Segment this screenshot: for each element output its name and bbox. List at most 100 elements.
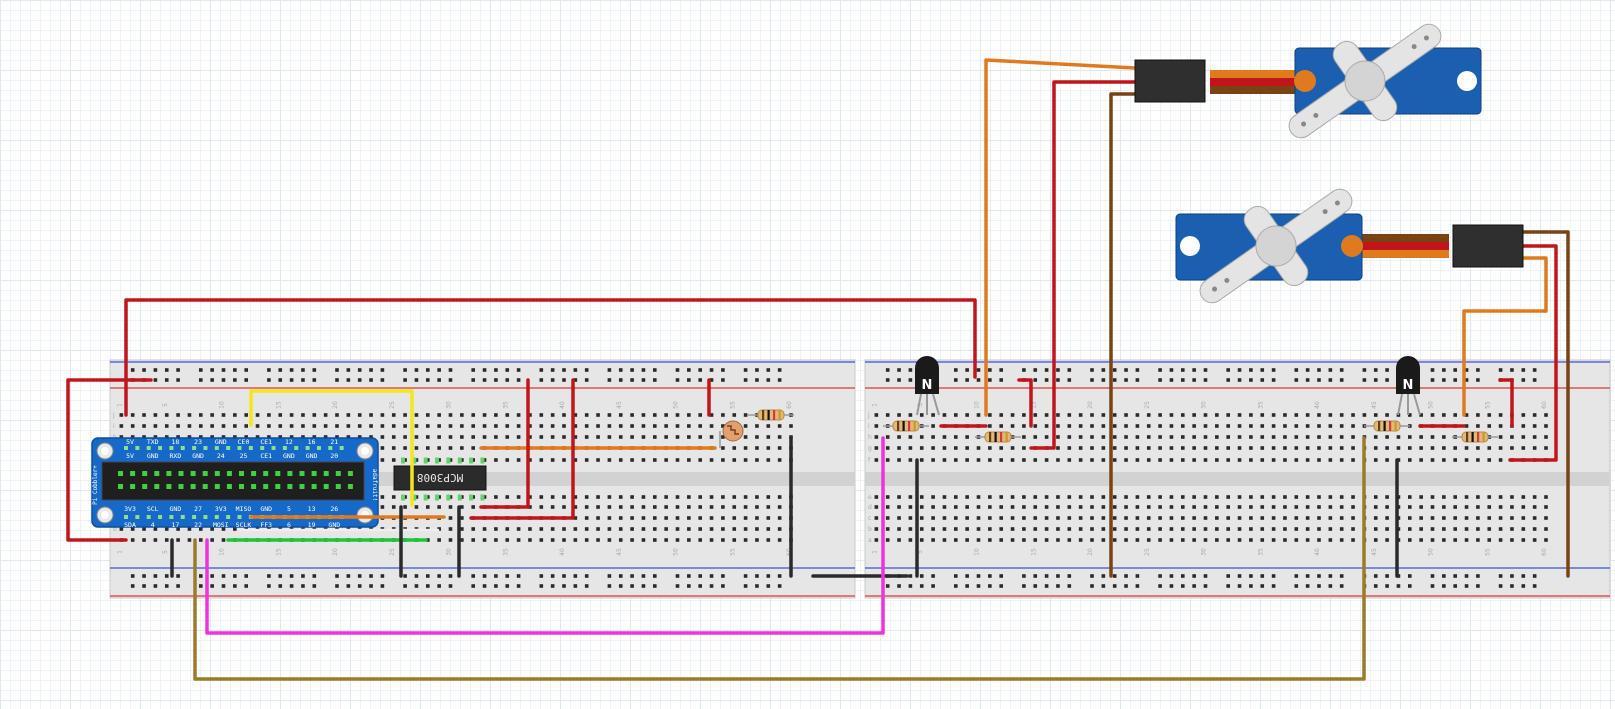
breadboard-hole: [448, 424, 453, 428]
breadboard-hole: [210, 584, 214, 588]
breadboard-hole: [562, 584, 566, 588]
breadboard-hole: [573, 538, 578, 542]
breadboard-hole: [1169, 538, 1174, 542]
breadboard-hole: [312, 584, 317, 588]
breadboard-hole: [391, 458, 396, 462]
breadboard-hole: [1181, 424, 1185, 428]
breadboard-hole: [653, 424, 657, 428]
breadboard-hole: [153, 378, 158, 382]
cobbler-pin-label: SCLK: [236, 521, 252, 529]
breadboard-hole: [709, 527, 714, 531]
breadboard-hole: [573, 527, 578, 531]
breadboard-hole: [1249, 424, 1253, 428]
gpio-pin: [142, 471, 148, 476]
breadboard-hole: [919, 584, 924, 588]
breadboard-hole: [1056, 584, 1060, 588]
breadboard-hole: [1158, 378, 1162, 382]
breadboard-hole: [550, 527, 555, 531]
breadboard-hole: [1135, 458, 1140, 462]
breadboard-hole: [698, 516, 702, 520]
breadboard-hole: [641, 495, 646, 499]
breadboard-hole: [897, 538, 901, 542]
breadboard-hole: [1044, 574, 1049, 578]
breadboard-hole: [1283, 458, 1287, 462]
breadboard-hole: [755, 584, 759, 588]
cobbler-pad: [226, 515, 231, 519]
breadboard-hole: [897, 505, 901, 509]
breadboard-hole: [357, 368, 362, 372]
breadboard-hole: [664, 538, 668, 542]
breadboard-hole: [709, 435, 714, 439]
breadboard-hole: [1226, 527, 1230, 531]
breadboard-hole: [1135, 368, 1140, 372]
breadboard-hole: [687, 378, 691, 382]
breadboard-hole: [1237, 368, 1242, 372]
breadboard-hole: [1067, 446, 1072, 450]
breadboard-hole: [1339, 368, 1344, 372]
breadboard-hole: [539, 527, 544, 531]
breadboard-hole: [1464, 495, 1469, 499]
breadboard-hole: [1544, 424, 1548, 428]
breadboard-hole: [1385, 378, 1389, 382]
breadboard-hole: [1249, 538, 1253, 542]
breadboard-hole: [1487, 495, 1492, 499]
breadboard-hole: [954, 574, 958, 578]
breadboard-hole: [460, 435, 464, 439]
breadboard-hole: [1476, 584, 1480, 588]
cobbler-pad: [146, 446, 151, 450]
breadboard-hole: [709, 495, 714, 499]
breadboard-hole: [380, 574, 385, 578]
column-number: 50: [1428, 401, 1435, 409]
breadboard-hole: [596, 413, 600, 417]
cobbler-pad: [158, 515, 163, 519]
column-number: 55: [729, 401, 736, 409]
breadboard-hole: [505, 458, 510, 462]
cobbler-pad: [146, 515, 151, 519]
breadboard-hole: [908, 458, 913, 462]
breadboard-hole: [1442, 458, 1446, 462]
chip-pin: [457, 457, 462, 464]
breadboard-hole: [1294, 413, 1299, 417]
breadboard-hole: [1112, 505, 1117, 509]
breadboard-hole: [1464, 527, 1469, 531]
cobbler-pin-label: 22: [194, 521, 202, 529]
breadboard-hole: [1135, 378, 1140, 382]
breadboard-hole: [1487, 446, 1492, 450]
breadboard-hole: [1260, 516, 1265, 520]
breadboard-hole: [1124, 435, 1128, 439]
breadboard-hole: [1112, 516, 1117, 520]
breadboard-hole: [777, 516, 782, 520]
breadboard-hole: [1249, 574, 1253, 578]
breadboard-hole: [1056, 527, 1060, 531]
breadboard-hole: [1203, 516, 1208, 520]
breadboard-hole: [267, 368, 271, 372]
breadboard-hole: [1294, 378, 1299, 382]
breadboard-hole: [312, 413, 317, 417]
breadboard-hole: [1271, 516, 1276, 520]
breadboard-hole: [1430, 458, 1435, 462]
breadboard-hole: [403, 574, 407, 578]
breadboard-hole: [1192, 538, 1196, 542]
breadboard-hole: [942, 413, 947, 417]
breadboard-hole: [1249, 435, 1253, 439]
breadboard-hole: [562, 527, 566, 531]
breadboard-hole: [1283, 446, 1287, 450]
breadboard-hole: [312, 574, 317, 578]
breadboard-hole: [607, 424, 612, 428]
breadboard-hole: [999, 413, 1003, 417]
breadboard-hole: [1158, 505, 1162, 509]
breadboard-hole: [777, 495, 782, 499]
breadboard-hole: [584, 424, 589, 428]
breadboard-hole: [653, 495, 657, 499]
breadboard-hole: [641, 413, 646, 417]
breadboard-hole: [641, 368, 646, 372]
breadboard-hole: [494, 527, 498, 531]
gpio-pin: [287, 471, 293, 476]
breadboard-hole: [471, 538, 475, 542]
breadboard-hole: [1158, 446, 1162, 450]
breadboard-hole: [709, 368, 714, 372]
column-number: 45: [1371, 548, 1378, 556]
breadboard-hole: [1351, 458, 1355, 462]
breadboard-hole: [516, 378, 521, 382]
breadboard-hole: [1328, 424, 1333, 428]
